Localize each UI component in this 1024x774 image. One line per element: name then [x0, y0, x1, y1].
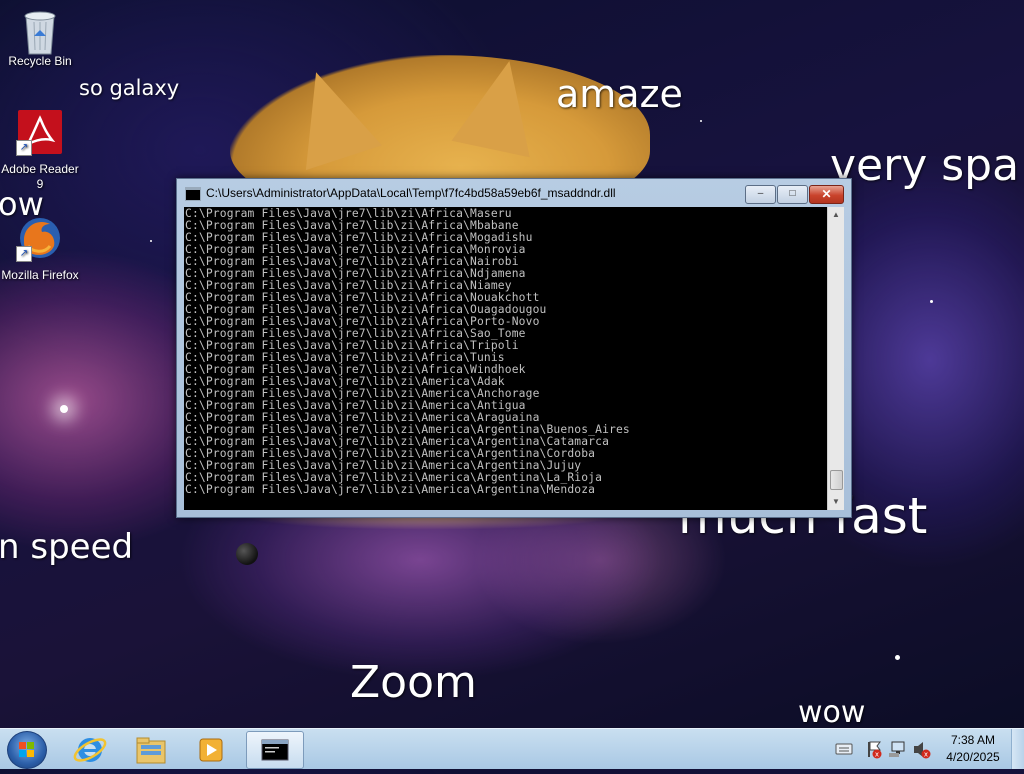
internet-explorer-icon: [73, 738, 107, 762]
scroll-up-arrow-icon[interactable]: ▲: [828, 207, 844, 223]
console-window[interactable]: C:\Users\Administrator\AppData\Local\Tem…: [176, 178, 852, 518]
adobe-reader-icon: ↗: [16, 110, 62, 156]
scrollbar-thumb[interactable]: [830, 470, 843, 490]
recycle-bin-icon: [18, 6, 62, 55]
system-tray: x x: [834, 729, 934, 769]
maximize-button[interactable]: □: [777, 185, 808, 204]
taskbar-item-internet-explorer[interactable]: [62, 731, 118, 767]
wallpaper-text-amaze: amaze: [556, 72, 683, 116]
planet-image: [236, 543, 258, 565]
svg-text:x: x: [924, 751, 928, 759]
windows-logo-icon: [19, 742, 35, 758]
action-center-flag-icon[interactable]: x: [868, 741, 882, 759]
wallpaper-text-wow-bottom: wow: [798, 695, 866, 730]
console-lines: C:\Program Files\Java\jre7\lib\zi\Africa…: [185, 208, 630, 496]
wallpaper-text-such-speed: n speed: [0, 527, 134, 567]
taskbar-item-file-explorer[interactable]: [123, 731, 179, 767]
desktop-icon-firefox[interactable]: ↗ Mozilla Firefox: [0, 216, 80, 283]
start-button[interactable]: [7, 731, 47, 769]
window-title: C:\Users\Administrator\AppData\Local\Tem…: [206, 186, 616, 200]
wallpaper-text-so-galaxy: so galaxy: [79, 76, 180, 100]
console-window-icon: [261, 739, 289, 761]
svg-text:x: x: [875, 751, 879, 759]
minimize-button[interactable]: –: [745, 185, 776, 204]
volume-muted-icon[interactable]: x: [914, 742, 931, 759]
star: [700, 120, 702, 122]
desktop-icon-recycle-bin[interactable]: Recycle Bin: [0, 6, 80, 68]
network-icon[interactable]: [889, 741, 905, 757]
vertical-scrollbar[interactable]: ▲ ▼: [827, 207, 844, 510]
firefox-icon: ↗: [16, 216, 62, 262]
clock-time: 7:38 AM: [950, 733, 996, 747]
taskbar-item-console[interactable]: [246, 731, 304, 769]
desktop-icon-label: Mozilla Firefox: [1, 268, 79, 282]
close-button[interactable]: ✕: [809, 185, 844, 204]
clock-date: 4/20/2025: [946, 750, 1000, 764]
console-line: C:\Program Files\Java\jre7\lib\zi\Americ…: [185, 483, 596, 496]
taskbar: x x 7:38 AM 4/20/2025: [0, 728, 1024, 769]
media-player-icon: [199, 738, 223, 762]
star: [60, 405, 68, 413]
star: [895, 655, 900, 660]
show-desktop-button[interactable]: [1011, 729, 1024, 769]
file-explorer-icon: [136, 737, 166, 764]
console-output[interactable]: C:\Program Files\Java\jre7\lib\zi\Africa…: [184, 207, 827, 510]
taskbar-item-media-player[interactable]: [184, 731, 240, 767]
window-titlebar[interactable]: C:\Users\Administrator\AppData\Local\Tem…: [177, 179, 851, 207]
desktop-icon-label: Recycle Bin: [8, 54, 72, 68]
wallpaper-text-zoom: Zoom: [350, 657, 477, 708]
desktop-icon-adobe-reader[interactable]: ↗ Adobe Reader 9: [0, 110, 80, 192]
console-window-icon: [185, 187, 201, 201]
shortcut-arrow-icon: ↗: [16, 140, 32, 156]
scroll-down-arrow-icon[interactable]: ▼: [828, 494, 844, 510]
taskbar-clock[interactable]: 7:38 AM 4/20/2025: [942, 732, 1004, 766]
desktop-icon-label: Adobe Reader 9: [1, 162, 79, 191]
keyboard-icon[interactable]: [835, 743, 853, 755]
shortcut-arrow-icon: ↗: [16, 246, 32, 262]
wallpaper-text-very-spa: very spa: [830, 140, 1020, 191]
star: [930, 300, 933, 303]
star: [150, 240, 152, 242]
